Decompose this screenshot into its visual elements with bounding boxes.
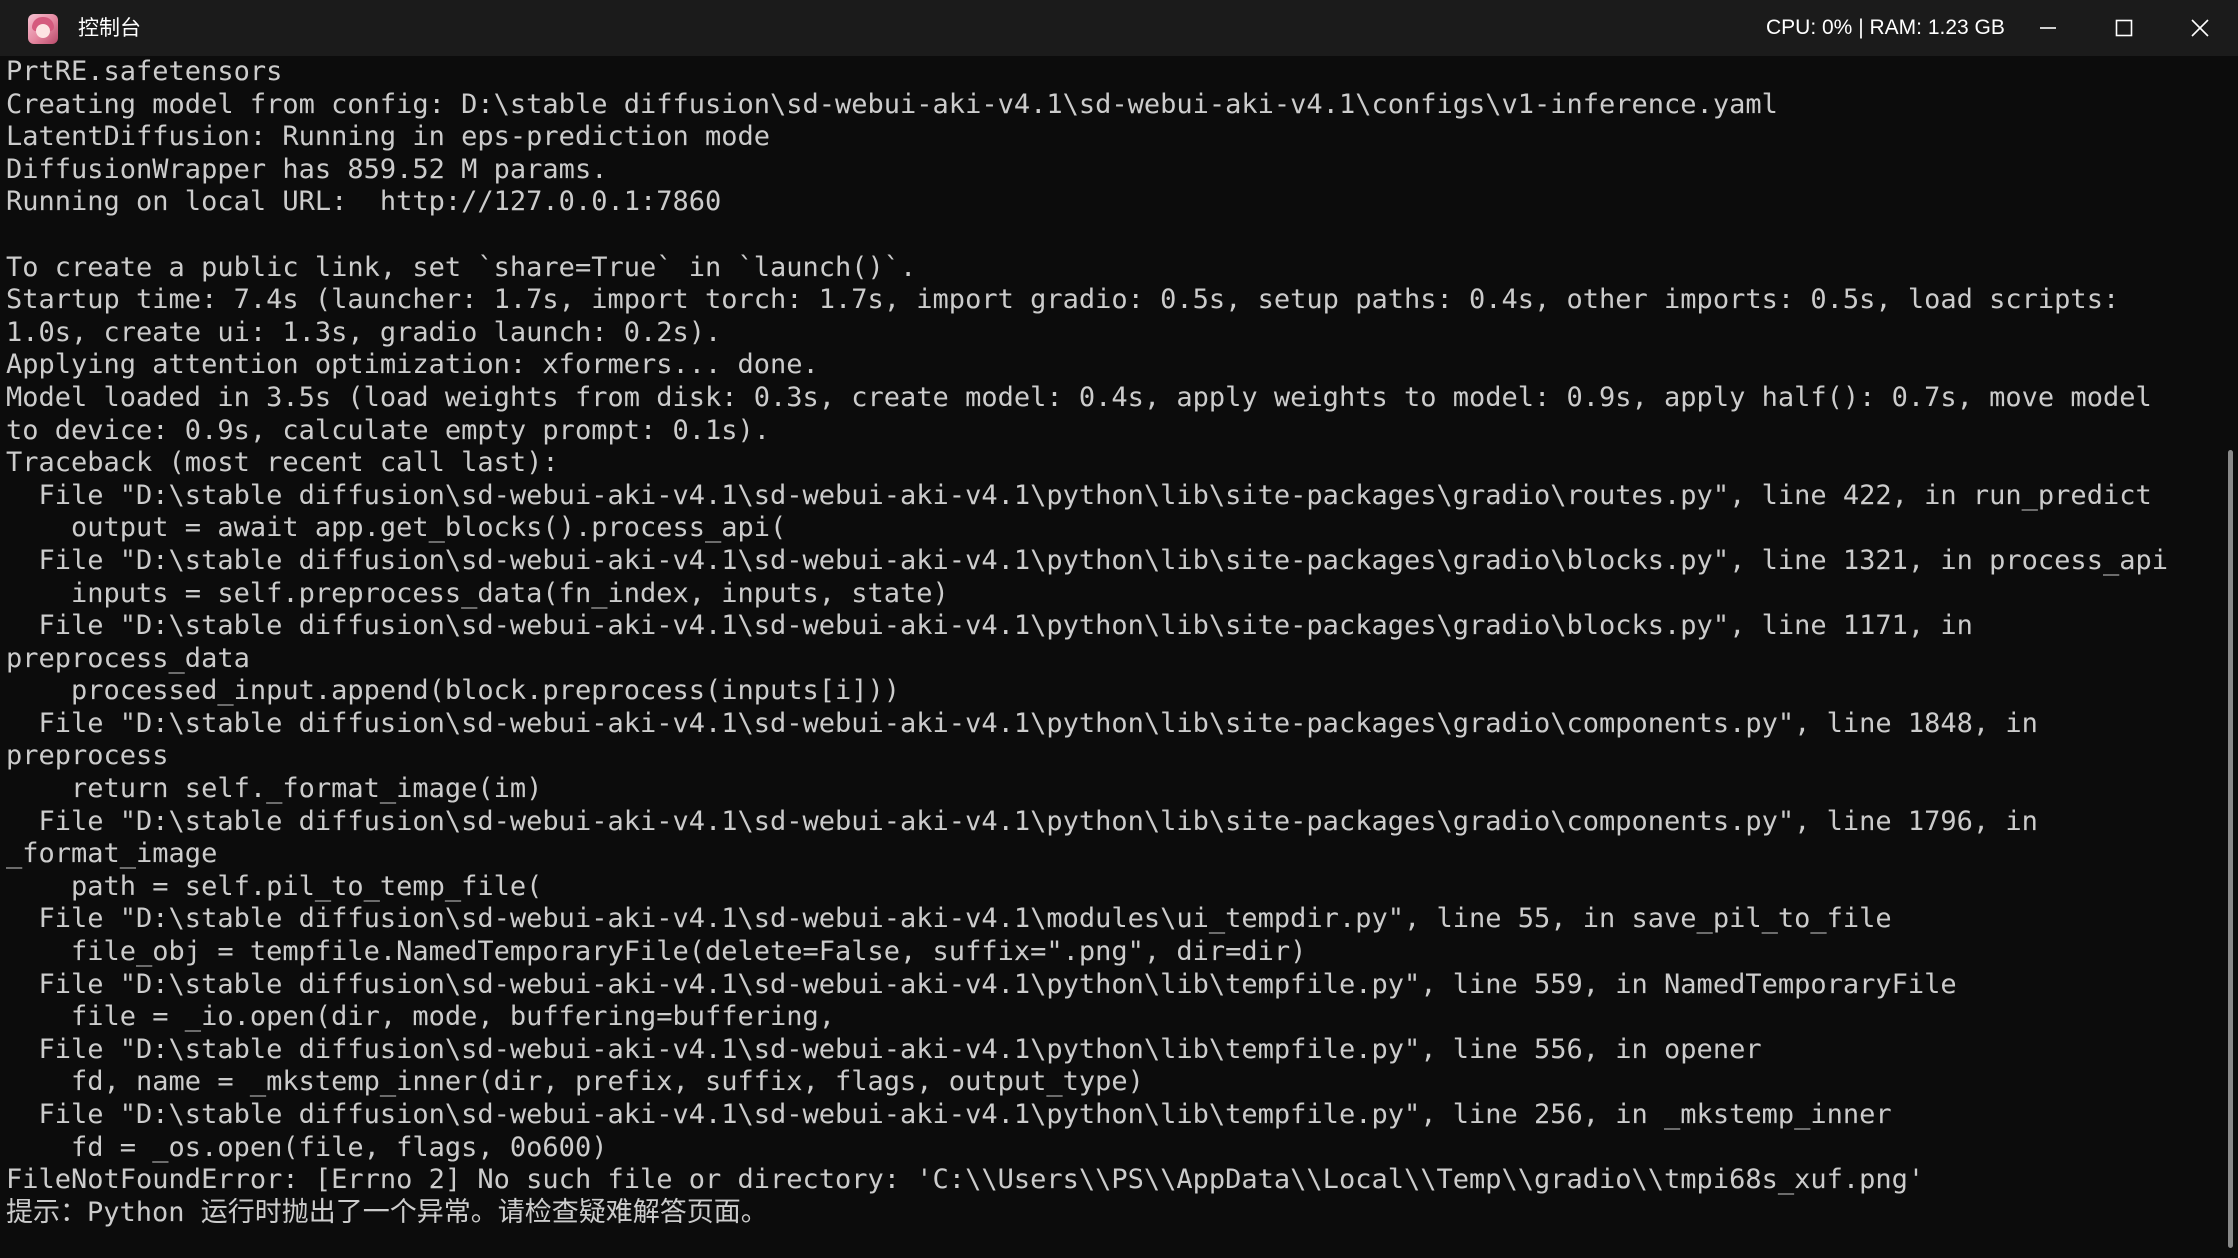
maximize-icon <box>2115 19 2133 37</box>
console-line: 1.0s, create ui: 1.3s, gradio launch: 0.… <box>6 316 722 348</box>
anime-avatar-icon <box>28 14 58 44</box>
console-line: File "D:\stable diffusion\sd-webui-aki-v… <box>6 805 2038 837</box>
minimize-button[interactable] <box>2010 0 2086 56</box>
scrollbar-thumb[interactable] <box>2228 450 2233 1248</box>
console-line: Creating model from config: D:\stable di… <box>6 88 1778 120</box>
console-line: file = _io.open(dir, mode, buffering=buf… <box>6 1001 836 1033</box>
close-button[interactable] <box>2162 0 2238 56</box>
minimize-icon <box>2040 27 2056 29</box>
console-line: To create a public link, set `share=True… <box>6 251 917 283</box>
console-line: LatentDiffusion: Running in eps-predicti… <box>6 121 771 153</box>
console-line: Running on local URL: http://127.0.0.1:7… <box>6 186 722 218</box>
console-line: Traceback (most recent call last): <box>6 447 559 479</box>
console-line: DiffusionWrapper has 859.52 M params. <box>6 153 608 185</box>
console-line: Startup time: 7.4s (launcher: 1.7s, impo… <box>6 284 2120 316</box>
window-title: 控制台 <box>78 16 141 40</box>
console-line: preprocess_data <box>6 642 250 674</box>
console-line: File "D:\stable diffusion\sd-webui-aki-v… <box>6 479 2152 511</box>
console-output: PrtRE.safetensors Creating model from con… <box>0 56 2224 1229</box>
close-icon <box>2191 19 2209 37</box>
console-line: File "D:\stable diffusion\sd-webui-aki-v… <box>6 610 1973 642</box>
console-line: to device: 0.9s, calculate empty prompt:… <box>6 414 771 446</box>
console-line: File "D:\stable diffusion\sd-webui-aki-v… <box>6 968 1957 1000</box>
console-line: 提示：Python 运行时抛出了一个异常。请检查疑难解答页面。 <box>6 1196 768 1228</box>
maximize-button[interactable] <box>2086 0 2162 56</box>
title-bar[interactable]: 控制台 CPU: 0% | RAM: 1.23 GB <box>0 0 2238 56</box>
console-line: File "D:\stable diffusion\sd-webui-aki-v… <box>6 707 2038 739</box>
resource-status: CPU: 0% | RAM: 1.23 GB <box>1766 16 2005 39</box>
console-line: return self._format_image(im) <box>6 773 543 805</box>
console-line: path = self.pil_to_temp_file( <box>6 870 543 902</box>
vertical-scrollbar[interactable] <box>2224 56 2238 1258</box>
console-line: fd, name = _mkstemp_inner(dir, prefix, s… <box>6 1066 1144 1098</box>
console-line: output = await app.get_blocks().process_… <box>6 512 787 544</box>
console-line: File "D:\stable diffusion\sd-webui-aki-v… <box>6 903 1892 935</box>
console-line: Applying attention optimization: xformer… <box>6 349 819 381</box>
terminal-output-area[interactable]: PrtRE.safetensors Creating model from con… <box>0 56 2224 1258</box>
console-line: File "D:\stable diffusion\sd-webui-aki-v… <box>6 1033 1762 1065</box>
console-line: processed_input.append(block.preprocess(… <box>6 675 901 707</box>
console-line: Model loaded in 3.5s (load weights from … <box>6 381 2152 413</box>
console-line: file_obj = tempfile.NamedTemporaryFile(d… <box>6 936 1307 968</box>
console-line: fd = _os.open(file, flags, 0o600) <box>6 1131 608 1163</box>
console-line: File "D:\stable diffusion\sd-webui-aki-v… <box>6 1099 1892 1130</box>
console-window: 控制台 CPU: 0% | RAM: 1.23 GB PrtRE.safeten… <box>0 0 2238 1258</box>
console-line: PrtRE.safetensors <box>6 56 283 87</box>
console-line: File "D:\stable diffusion\sd-webui-aki-v… <box>6 544 2168 576</box>
console-line: inputs = self.preprocess_data(fn_index, … <box>6 577 949 609</box>
console-line: preprocess <box>6 740 169 772</box>
console-line: _format_image <box>6 838 218 870</box>
console-line: FileNotFoundError: [Errno 2] No such fil… <box>6 1164 1925 1196</box>
